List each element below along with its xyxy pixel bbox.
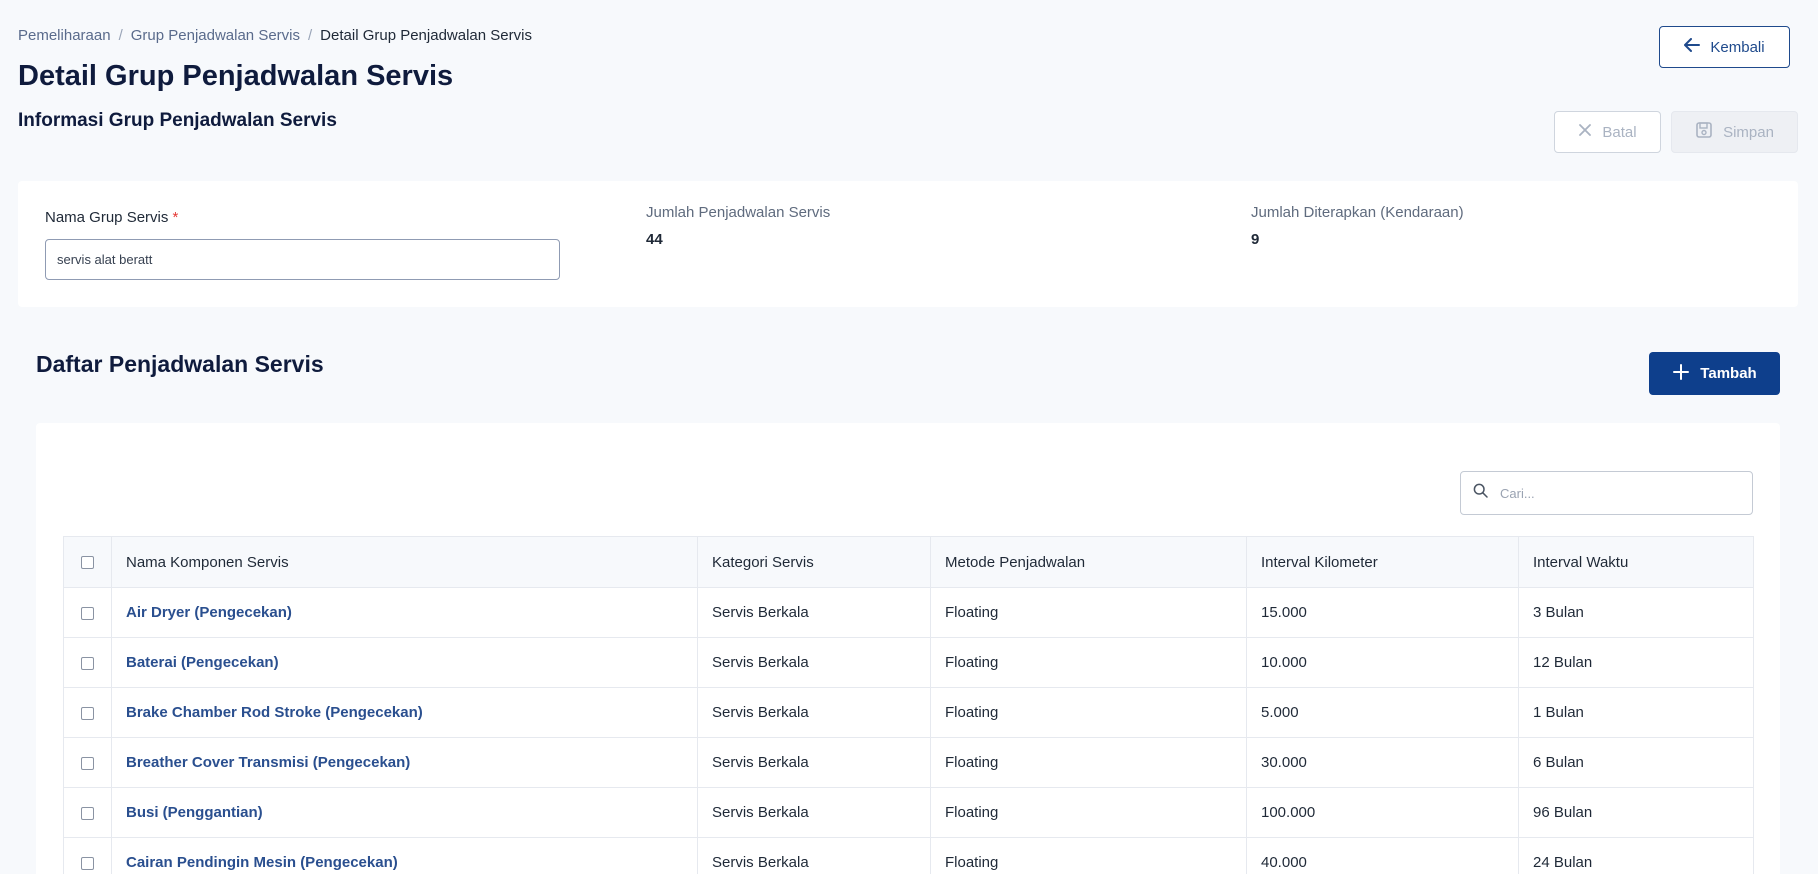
table-row[interactable]: Busi (Penggantian) Servis Berkala Floating… xyxy=(63,787,1754,838)
row-checkbox-cell xyxy=(63,687,112,738)
table-body: Air Dryer (Pengecekan) Servis Berkala Floa… xyxy=(63,587,1754,874)
schedule-table-card: Nama Komponen Servis Kategori Servis Met… xyxy=(36,423,1780,874)
header-checkbox-cell xyxy=(63,536,112,588)
column-header-category[interactable]: Kategori Servis xyxy=(697,536,931,588)
row-category: Servis Berkala xyxy=(697,637,931,688)
column-header-time[interactable]: Interval Waktu xyxy=(1518,536,1754,588)
section-title: Informasi Grup Penjadwalan Servis xyxy=(18,110,337,131)
row-checkbox-cell xyxy=(63,837,112,874)
table-row[interactable]: Air Dryer (Pengecekan) Servis Berkala Floa… xyxy=(63,587,1754,638)
row-interval-km: 10.000 xyxy=(1246,637,1519,688)
search-input[interactable] xyxy=(1500,485,1730,501)
row-interval-km: 5.000 xyxy=(1246,687,1519,738)
schedule-table: Nama Komponen Servis Kategori Servis Met… xyxy=(63,536,1754,874)
breadcrumb: Pemeliharaan / Grup Penjadwalan Servis /… xyxy=(18,27,532,44)
row-interval-km: 40.000 xyxy=(1246,837,1519,874)
row-component-name[interactable]: Air Dryer (Pengecekan) xyxy=(111,587,698,638)
row-method: Floating xyxy=(930,737,1247,788)
column-header-km[interactable]: Interval Kilometer xyxy=(1246,536,1519,588)
applied-count-value: 9 xyxy=(1251,231,1260,248)
schedule-list-title: Daftar Penjadwalan Servis xyxy=(36,351,324,377)
row-interval-time: 1 Bulan xyxy=(1518,687,1754,738)
table-row[interactable]: Baterai (Pengecekan) Servis Berkala Floati… xyxy=(63,637,1754,688)
applied-count-label: Jumlah Diterapkan (Kendaraan) xyxy=(1251,204,1464,221)
row-checkbox[interactable] xyxy=(81,756,94,770)
close-icon xyxy=(1578,123,1592,141)
row-method: Floating xyxy=(930,637,1247,688)
plus-icon xyxy=(1672,363,1690,385)
table-row[interactable]: Breather Cover Transmisi (Pengecekan) Ser… xyxy=(63,737,1754,788)
back-button-label: Kembali xyxy=(1710,38,1765,56)
row-interval-time: 12 Bulan xyxy=(1518,637,1754,688)
row-checkbox[interactable] xyxy=(81,706,94,720)
row-category: Servis Berkala xyxy=(697,687,931,738)
applied-count-stat: Jumlah Diterapkan (Kendaraan) 9 xyxy=(1251,204,1464,248)
row-checkbox-cell xyxy=(63,737,112,788)
row-interval-km: 100.000 xyxy=(1246,787,1519,838)
row-component-name[interactable]: Breather Cover Transmisi (Pengecekan) xyxy=(111,737,698,788)
table-header-row: Nama Komponen Servis Kategori Servis Met… xyxy=(63,536,1754,588)
schedule-count-label: Jumlah Penjadwalan Servis xyxy=(646,204,831,221)
schedule-count-stat: Jumlah Penjadwalan Servis 44 xyxy=(646,204,830,248)
add-button-label: Tambah xyxy=(1700,365,1757,382)
search-box[interactable] xyxy=(1460,471,1753,515)
info-card: Nama Grup Servis * Jumlah Penjadwalan Se… xyxy=(18,181,1798,307)
save-icon xyxy=(1695,121,1713,143)
row-category: Servis Berkala xyxy=(697,837,931,874)
breadcrumb-item-current: Detail Grup Penjadwalan Servis xyxy=(320,27,532,44)
row-category: Servis Berkala xyxy=(697,787,931,838)
row-checkbox[interactable] xyxy=(81,856,94,870)
search-icon xyxy=(1473,483,1488,503)
row-component-name[interactable]: Brake Chamber Rod Stroke (Pengecekan) xyxy=(111,687,698,738)
cancel-button[interactable]: Batal xyxy=(1554,111,1661,153)
row-checkbox[interactable] xyxy=(81,606,94,620)
required-mark: * xyxy=(172,209,179,226)
row-method: Floating xyxy=(930,787,1247,838)
row-method: Floating xyxy=(930,587,1247,638)
page-title: Detail Grup Penjadwalan Servis xyxy=(18,60,454,92)
row-checkbox[interactable] xyxy=(81,806,94,820)
row-category: Servis Berkala xyxy=(697,737,931,788)
group-name-input[interactable] xyxy=(45,239,560,280)
row-method: Floating xyxy=(930,837,1247,874)
row-component-name[interactable]: Baterai (Pengecekan) xyxy=(111,637,698,688)
column-header-method[interactable]: Metode Penjadwalan xyxy=(930,536,1247,588)
add-button[interactable]: Tambah xyxy=(1649,352,1780,395)
column-header-name[interactable]: Nama Komponen Servis xyxy=(111,536,698,588)
row-interval-km: 15.000 xyxy=(1246,587,1519,638)
row-checkbox[interactable] xyxy=(81,656,94,670)
row-checkbox-cell xyxy=(63,587,112,638)
breadcrumb-item-grup[interactable]: Grup Penjadwalan Servis xyxy=(131,27,300,44)
save-button[interactable]: Simpan xyxy=(1671,111,1798,153)
breadcrumb-separator: / xyxy=(118,27,123,44)
row-category: Servis Berkala xyxy=(697,587,931,638)
breadcrumb-separator: / xyxy=(308,27,313,44)
row-interval-time: 3 Bulan xyxy=(1518,587,1754,638)
arrow-left-icon xyxy=(1684,38,1701,56)
row-checkbox-cell xyxy=(63,787,112,838)
row-interval-time: 96 Bulan xyxy=(1518,787,1754,838)
back-button[interactable]: Kembali xyxy=(1659,26,1790,68)
group-name-label-text: Nama Grup Servis xyxy=(45,209,169,226)
row-checkbox-cell xyxy=(63,637,112,688)
row-interval-time: 24 Bulan xyxy=(1518,837,1754,874)
schedule-count-value: 44 xyxy=(646,231,663,248)
table-row[interactable]: Brake Chamber Rod Stroke (Pengecekan) Ser… xyxy=(63,687,1754,738)
row-method: Floating xyxy=(930,687,1247,738)
breadcrumb-item-pemeliharaan[interactable]: Pemeliharaan xyxy=(18,27,111,44)
save-button-label: Simpan xyxy=(1723,123,1774,141)
cancel-button-label: Batal xyxy=(1602,123,1637,141)
group-name-label: Nama Grup Servis * xyxy=(45,209,178,226)
row-interval-time: 6 Bulan xyxy=(1518,737,1754,788)
row-interval-km: 30.000 xyxy=(1246,737,1519,788)
row-component-name[interactable]: Cairan Pendingin Mesin (Pengecekan) xyxy=(111,837,698,874)
select-all-checkbox[interactable] xyxy=(81,556,94,570)
row-component-name[interactable]: Busi (Penggantian) xyxy=(111,787,698,838)
table-row[interactable]: Cairan Pendingin Mesin (Pengecekan) Servi… xyxy=(63,837,1754,874)
